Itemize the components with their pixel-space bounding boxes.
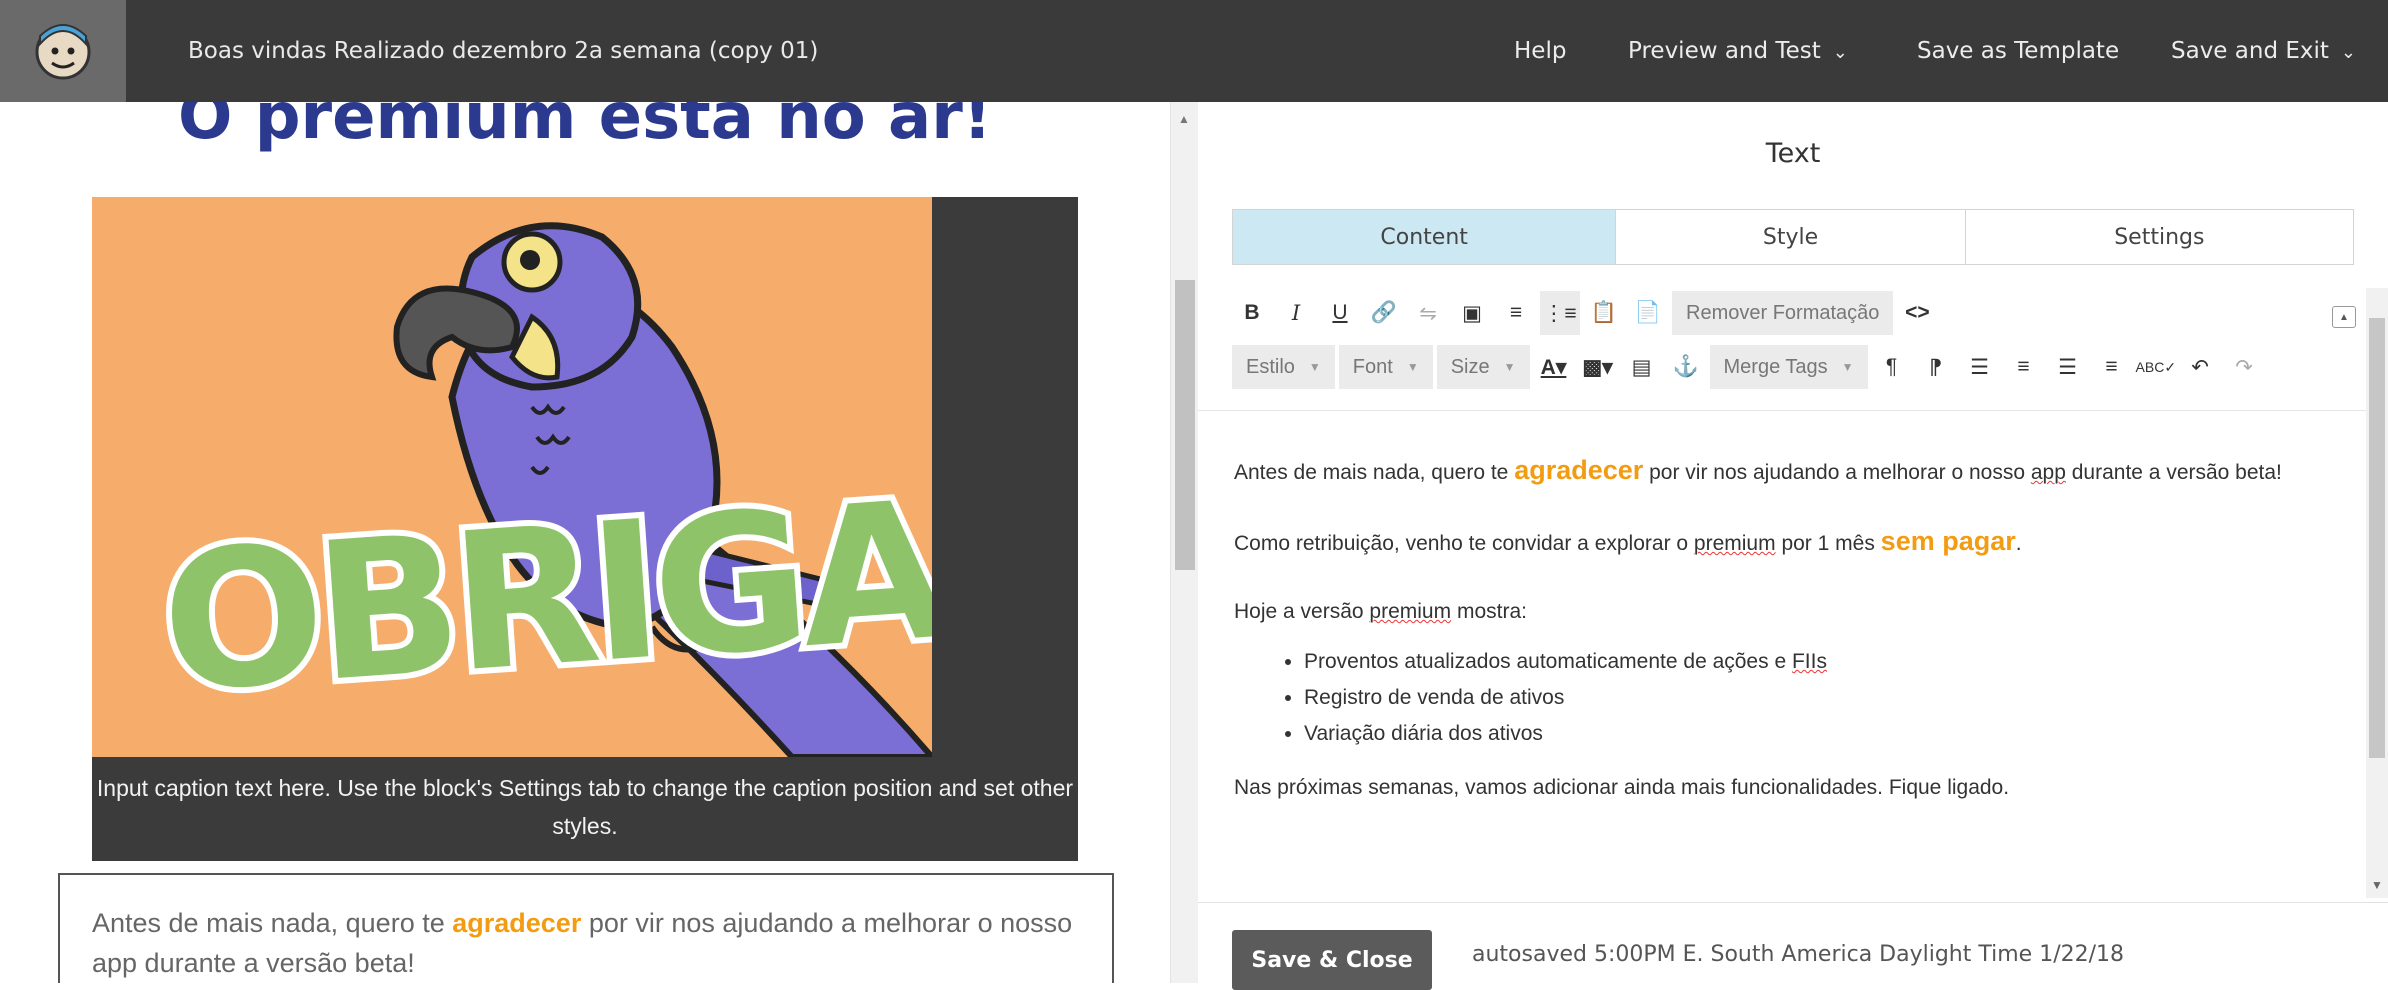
merge-tags-dropdown[interactable]: Merge Tags ▼ <box>1709 345 1868 389</box>
text-color-icon[interactable]: A▾ <box>1534 345 1574 389</box>
caret-down-icon: ▼ <box>1503 360 1516 374</box>
highlight-text: agradecer <box>1514 455 1644 485</box>
save-exit-menu[interactable]: Save and Exit ⌄ <box>2171 0 2356 102</box>
paste-text-icon[interactable]: 📄 <box>1628 291 1668 335</box>
toolbar-divider <box>1198 410 2368 411</box>
text-span: por vir nos ajudando a melhorar o nosso <box>1649 461 2026 484</box>
text-span: Como retribuição, venho te convidar a ex… <box>1234 532 1689 555</box>
merge-tags-label: Merge Tags <box>1723 355 1828 378</box>
unlink-icon[interactable]: ⇋ <box>1408 291 1448 335</box>
editor-tabs: Content Style Settings <box>1232 209 2354 265</box>
ordered-list-icon[interactable]: ≡ <box>1496 291 1536 335</box>
style-dropdown-label: Estilo <box>1246 355 1295 378</box>
source-code-icon[interactable]: <> <box>1897 291 1937 335</box>
undo-icon[interactable]: ↶ <box>2180 345 2220 389</box>
list-item: Proventos atualizados automaticamente de… <box>1304 644 2294 680</box>
style-dropdown[interactable]: Estilo ▼ <box>1232 345 1335 389</box>
caret-down-icon: ▼ <box>1406 360 1419 374</box>
email-preview: O premium está no ar! OBRIGADO Input cap… <box>0 102 1170 983</box>
save-exit-label: Save and Exit <box>2171 38 2329 64</box>
misspelled-word: premium <box>1693 532 1776 555</box>
text-span: Antes de mais nada, quero te <box>1234 461 1509 484</box>
image-caption: Input caption text here. Use the block's… <box>96 775 1074 839</box>
chevron-down-icon: ⌄ <box>2340 42 2356 63</box>
spellcheck-icon[interactable]: ABC✓ <box>2136 345 2177 389</box>
editor-scrollbar[interactable]: ▼ <box>2366 288 2388 898</box>
align-right-icon[interactable]: ☰ <box>2048 345 2088 389</box>
underline-icon[interactable]: U <box>1320 291 1360 335</box>
unordered-list-icon[interactable]: ⋮≡ <box>1540 291 1580 335</box>
campaign-title: Boas vindas Realizado dezembro 2a semana… <box>188 38 819 64</box>
tab-content[interactable]: Content <box>1233 210 1617 264</box>
image-caption-block[interactable]: OBRIGADO Input caption text here. Use th… <box>92 197 1078 861</box>
font-dropdown[interactable]: Font ▼ <box>1338 345 1433 389</box>
paste-icon[interactable]: 📋 <box>1584 291 1624 335</box>
scroll-down-arrow-icon[interactable]: ▼ <box>2371 878 2383 892</box>
preview-scrollbar-thumb[interactable] <box>1175 280 1195 570</box>
misspelled-word: app <box>2030 461 2066 484</box>
text-span: por 1 mês <box>1781 532 1875 555</box>
size-dropdown-label: Size <box>1450 355 1490 378</box>
rich-text-content[interactable]: Antes de mais nada, quero te agradecer p… <box>1234 452 2294 838</box>
editor-paragraph: Antes de mais nada, quero te agradecer p… <box>1234 452 2294 491</box>
feature-list: Proventos atualizados automaticamente de… <box>1304 644 2294 752</box>
top-bar: Boas vindas Realizado dezembro 2a semana… <box>0 0 2388 102</box>
text-span: Hoje a versão <box>1234 600 1364 623</box>
app-logo[interactable] <box>0 0 126 102</box>
editor-title: Text <box>1765 138 1821 169</box>
rtl-icon[interactable]: ⁋ <box>1916 345 1956 389</box>
tab-style[interactable]: Style <box>1616 210 1966 264</box>
text-span: durante a versão beta! <box>2071 461 2282 484</box>
list-item: Variação diária dos ativos <box>1304 716 2294 752</box>
save-as-template-link[interactable]: Save as Template <box>1917 0 2119 102</box>
tab-settings[interactable]: Settings <box>1966 210 2353 264</box>
mailchimp-freddie-logo-icon <box>35 24 91 80</box>
horizontal-rule-icon[interactable]: ▤ <box>1622 345 1662 389</box>
image-icon[interactable]: ▣ <box>1452 291 1492 335</box>
help-link[interactable]: Help <box>1514 0 1566 102</box>
text-span: Proventos atualizados automaticamente de… <box>1304 650 1787 673</box>
editor-paragraph: Hoje a versão premium mostra: <box>1234 594 2294 630</box>
align-center-icon[interactable]: ≡ <box>2004 345 2044 389</box>
editor-scrollbar-thumb[interactable] <box>2369 318 2385 758</box>
anchor-icon[interactable]: ⚓ <box>1666 345 1706 389</box>
text-block-preview[interactable]: Antes de mais nada, quero te agradecer p… <box>58 873 1114 983</box>
editor-paragraph: Como retribuição, venho te convidar a ex… <box>1234 523 2294 562</box>
obrigado-parrot-image: OBRIGADO <box>92 197 932 757</box>
rich-text-toolbar: B I U 🔗 ⇋ ▣ ≡ ⋮≡ 📋 📄 Remover Formatação … <box>1232 288 2340 408</box>
caret-down-icon: ▼ <box>1308 360 1321 374</box>
redo-icon[interactable]: ↷ <box>2224 345 2264 389</box>
text-block-editor: Text Content Style Settings B I U 🔗 ⇋ ▣ … <box>1198 102 2388 990</box>
text-span: mostra: <box>1456 600 1527 623</box>
italic-icon[interactable]: I <box>1276 291 1316 335</box>
text-span: . <box>2015 532 2022 555</box>
preview-test-label: Preview and Test <box>1628 38 1821 64</box>
preview-test-menu[interactable]: Preview and Test ⌄ <box>1628 0 1848 102</box>
bold-icon[interactable]: B <box>1232 291 1272 335</box>
preview-text-before: Antes de mais nada, quero te <box>92 908 445 938</box>
misspelled-word: premium <box>1369 600 1452 623</box>
caret-down-icon: ▼ <box>1841 360 1854 374</box>
email-headline[interactable]: O premium está no ar! <box>0 102 1170 154</box>
size-dropdown[interactable]: Size ▼ <box>1436 345 1530 389</box>
link-icon[interactable]: 🔗 <box>1364 291 1404 335</box>
ltr-icon[interactable]: ¶ <box>1872 345 1912 389</box>
misspelled-word: FIIs <box>1791 650 1827 673</box>
chevron-down-icon: ⌄ <box>1832 42 1848 63</box>
background-color-icon[interactable]: ▩▾ <box>1578 345 1618 389</box>
justify-icon[interactable]: ≡ <box>2092 345 2132 389</box>
highlight-text: sem pagar <box>1880 526 2016 556</box>
preview-text-highlight: agradecer <box>452 908 582 938</box>
autosave-status: autosaved 5:00PM E. South America Daylig… <box>1472 942 2125 967</box>
list-item: Registro de venda de ativos <box>1304 680 2294 716</box>
save-close-button[interactable]: Save & Close <box>1232 930 1432 990</box>
align-left-icon[interactable]: ☰ <box>1960 345 2000 389</box>
remove-format-button[interactable]: Remover Formatação <box>1672 291 1894 335</box>
scroll-up-arrow-icon[interactable]: ▲ <box>1178 112 1190 126</box>
editor-paragraph: Nas próximas semanas, vamos adicionar ai… <box>1234 776 2010 799</box>
preview-scrollbar[interactable]: ▲ <box>1170 102 1198 983</box>
toolbar-collapse-icon[interactable]: ▲ <box>2332 306 2356 328</box>
font-dropdown-label: Font <box>1352 355 1393 378</box>
footer-divider <box>1198 902 2388 903</box>
